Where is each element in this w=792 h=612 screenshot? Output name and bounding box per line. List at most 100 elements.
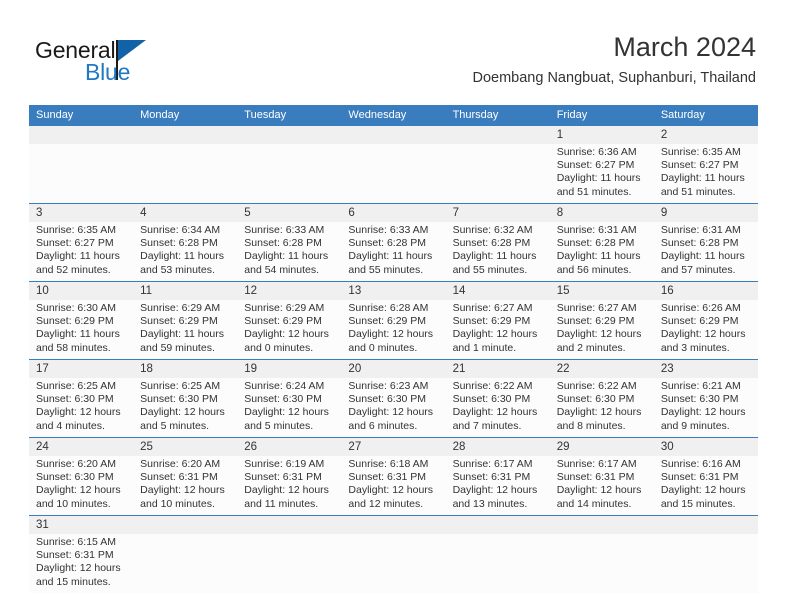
day-number[interactable]: 6 (341, 204, 445, 222)
daylight-text-line1: Daylight: 12 hours (660, 406, 746, 419)
day-cell[interactable]: Sunrise: 6:34 AM Sunset: 6:28 PM Daylight:… (133, 224, 237, 278)
daylight-text-line1: Daylight: 11 hours (556, 172, 641, 185)
day-cell[interactable]: Sunrise: 6:27 AM Sunset: 6:29 PM Daylight:… (550, 302, 654, 356)
day-number[interactable]: 14 (446, 282, 550, 300)
day-number[interactable]: 28 (446, 438, 550, 456)
calendar-table: Sunday Monday Tuesday Wednesday Thursday… (29, 105, 758, 593)
day-number[interactable]: 17 (29, 360, 133, 378)
day-number[interactable]: 1 (550, 126, 654, 144)
sunset-text: Sunset: 6:28 PM (140, 237, 218, 250)
day-number[interactable]: 12 (237, 282, 341, 300)
day-cell-empty (550, 536, 654, 590)
day-cell[interactable]: Sunrise: 6:31 AM Sunset: 6:28 PM Daylight:… (654, 224, 758, 278)
day-cell[interactable]: Sunrise: 6:33 AM Sunset: 6:28 PM Daylight:… (237, 224, 341, 278)
day-cell[interactable]: Sunrise: 6:31 AM Sunset: 6:28 PM Daylight:… (550, 224, 654, 278)
day-number[interactable]: 25 (133, 438, 237, 456)
day-number[interactable]: 5 (237, 204, 341, 222)
daylight-text-line2: and 9 minutes. (660, 419, 730, 432)
day-number-empty (133, 126, 237, 144)
day-cell[interactable]: Sunrise: 6:23 AM Sunset: 6:30 PM Daylight:… (341, 380, 445, 434)
daylight-text-line2: and 4 minutes. (36, 419, 105, 432)
day-cell[interactable]: Sunrise: 6:18 AM Sunset: 6:31 PM Daylight:… (341, 458, 445, 512)
daylight-text-line2: and 51 minutes. (660, 185, 736, 198)
weekday-header-wednesday: Wednesday (348, 109, 407, 121)
sunset-text: Sunset: 6:31 PM (140, 471, 218, 484)
day-number[interactable]: 7 (446, 204, 550, 222)
daylight-text-line1: Daylight: 12 hours (244, 328, 329, 341)
daylight-text-line1: Daylight: 11 hours (140, 250, 224, 263)
sunset-text: Sunset: 6:29 PM (660, 315, 739, 328)
calendar-weeks: 1 2 Sunrise: 6:36 AM Sunset: 6:27 PM Dayligh… (29, 126, 758, 593)
sunset-text: Sunset: 6:30 PM (244, 393, 322, 406)
day-number[interactable]: 30 (654, 438, 758, 456)
day-cell[interactable]: Sunrise: 6:27 AM Sunset: 6:29 PM Daylight:… (446, 302, 550, 356)
day-cell[interactable]: Sunrise: 6:17 AM Sunset: 6:31 PM Daylight:… (446, 458, 550, 512)
day-number[interactable]: 18 (133, 360, 237, 378)
sunrise-text: Sunrise: 6:33 AM (244, 224, 325, 236)
day-cell-empty (237, 146, 341, 200)
day-number[interactable]: 24 (29, 438, 133, 456)
day-number[interactable]: 3 (29, 204, 133, 222)
day-cell[interactable]: Sunrise: 6:19 AM Sunset: 6:31 PM Daylight:… (237, 458, 341, 512)
day-cell[interactable]: Sunrise: 6:15 AM Sunset: 6:31 PM Daylight:… (29, 536, 133, 590)
daylight-text-line2: and 5 minutes. (140, 419, 210, 432)
day-number[interactable]: 9 (654, 204, 758, 222)
day-cell[interactable]: Sunrise: 6:25 AM Sunset: 6:30 PM Daylight:… (133, 380, 237, 434)
weekday-header-monday: Monday (140, 109, 180, 121)
day-cell[interactable]: Sunrise: 6:30 AM Sunset: 6:29 PM Daylight:… (29, 302, 133, 356)
day-cell[interactable]: Sunrise: 6:26 AM Sunset: 6:29 PM Daylight:… (654, 302, 758, 356)
day-cell[interactable]: Sunrise: 6:33 AM Sunset: 6:28 PM Daylight:… (341, 224, 445, 278)
sunset-text: Sunset: 6:31 PM (660, 471, 739, 484)
day-number[interactable]: 21 (446, 360, 550, 378)
day-cell[interactable]: Sunrise: 6:36 AM Sunset: 6:27 PM Daylight:… (550, 146, 654, 200)
day-number[interactable]: 2 (654, 126, 758, 144)
day-number[interactable]: 22 (550, 360, 654, 378)
day-number[interactable]: 8 (550, 204, 654, 222)
day-number[interactable]: 16 (654, 282, 758, 300)
day-number-empty (341, 126, 445, 144)
day-cell[interactable]: Sunrise: 6:35 AM Sunset: 6:27 PM Daylight:… (654, 146, 758, 200)
day-number[interactable]: 26 (237, 438, 341, 456)
day-number[interactable]: 23 (654, 360, 758, 378)
general-blue-logo[interactable]: General Blue (35, 37, 165, 89)
sunrise-text: Sunrise: 6:19 AM (244, 458, 325, 470)
sunset-text: Sunset: 6:30 PM (556, 393, 635, 406)
day-cell[interactable]: Sunrise: 6:24 AM Sunset: 6:30 PM Daylight:… (237, 380, 341, 434)
daylight-text-line1: Daylight: 11 hours (556, 250, 641, 263)
calendar-week-row: 1 2 Sunrise: 6:36 AM Sunset: 6:27 PM Dayligh… (29, 126, 758, 204)
daylight-text-line2: and 7 minutes. (452, 419, 522, 432)
day-number[interactable]: 13 (341, 282, 445, 300)
day-cell[interactable]: Sunrise: 6:17 AM Sunset: 6:31 PM Daylight:… (550, 458, 654, 512)
day-cell[interactable]: Sunrise: 6:25 AM Sunset: 6:30 PM Daylight:… (29, 380, 133, 434)
day-cell[interactable]: Sunrise: 6:32 AM Sunset: 6:28 PM Daylight:… (446, 224, 550, 278)
day-number[interactable]: 29 (550, 438, 654, 456)
day-cell-empty (446, 146, 550, 200)
sunrise-text: Sunrise: 6:21 AM (660, 380, 741, 392)
day-cell[interactable]: Sunrise: 6:20 AM Sunset: 6:31 PM Daylight:… (133, 458, 237, 512)
day-number[interactable]: 27 (341, 438, 445, 456)
daylight-text-line1: Daylight: 12 hours (348, 328, 434, 341)
day-number[interactable]: 10 (29, 282, 133, 300)
day-cell-empty (341, 146, 445, 200)
day-number[interactable]: 31 (29, 516, 133, 534)
day-cell[interactable]: Sunrise: 6:29 AM Sunset: 6:29 PM Daylight:… (133, 302, 237, 356)
sunrise-text: Sunrise: 6:20 AM (140, 458, 221, 470)
day-cell[interactable]: Sunrise: 6:22 AM Sunset: 6:30 PM Daylight:… (550, 380, 654, 434)
day-number[interactable]: 20 (341, 360, 445, 378)
day-cell[interactable]: Sunrise: 6:28 AM Sunset: 6:29 PM Daylight:… (341, 302, 445, 356)
day-cell[interactable]: Sunrise: 6:20 AM Sunset: 6:30 PM Daylight:… (29, 458, 133, 512)
day-cell[interactable]: Sunrise: 6:21 AM Sunset: 6:30 PM Daylight:… (654, 380, 758, 434)
sunrise-text: Sunrise: 6:31 AM (556, 224, 637, 236)
daylight-text-line1: Daylight: 12 hours (36, 562, 121, 575)
day-cell[interactable]: Sunrise: 6:35 AM Sunset: 6:27 PM Daylight:… (29, 224, 133, 278)
day-cell[interactable]: Sunrise: 6:29 AM Sunset: 6:29 PM Daylight:… (237, 302, 341, 356)
day-cell[interactable]: Sunrise: 6:16 AM Sunset: 6:31 PM Daylight:… (654, 458, 758, 512)
day-number[interactable]: 19 (237, 360, 341, 378)
day-number[interactable]: 11 (133, 282, 237, 300)
calendar-week-row: 31 Sunrise: 6:15 AM Sunset: 6:31 PM Dayligh… (29, 516, 758, 593)
day-cell[interactable]: Sunrise: 6:22 AM Sunset: 6:30 PM Daylight:… (446, 380, 550, 434)
sunset-text: Sunset: 6:31 PM (244, 471, 322, 484)
day-number[interactable]: 15 (550, 282, 654, 300)
day-number[interactable]: 4 (133, 204, 237, 222)
sunrise-text: Sunrise: 6:35 AM (660, 146, 741, 158)
